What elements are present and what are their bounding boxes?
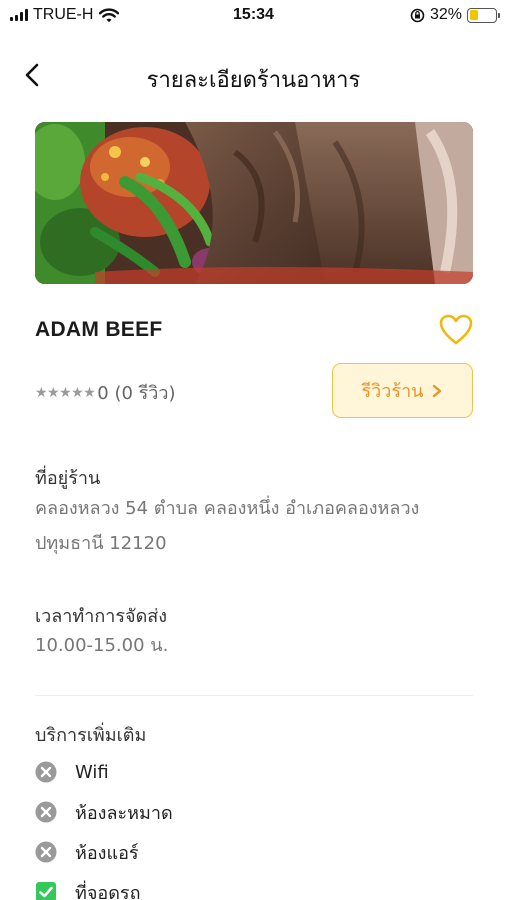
check-box-icon	[35, 881, 57, 900]
service-item-wifi: Wifi	[35, 752, 173, 792]
orientation-lock-icon	[410, 8, 425, 22]
address-value: คลองหลวง 54 ตำบล คลองหนึ่ง อำเภอคลองหลวง…	[35, 498, 420, 554]
service-label: ห้องแอร์	[75, 842, 139, 864]
battery-level	[469, 10, 478, 20]
rating-row: ★★★★★ 0 (0 รีวิว)	[35, 378, 176, 407]
page-title: รายละเอียดร้านอาหาร	[146, 68, 361, 93]
grilled-beef-image	[35, 122, 473, 284]
service-label: ห้องละหมาด	[75, 802, 173, 824]
x-circle-icon	[35, 801, 57, 823]
x-circle-icon	[35, 841, 57, 863]
delivery-hours-value: 10.00-15.00 น.	[35, 635, 169, 656]
services-list: Wifi ห้องละหมาด ห้องแอร์ ที่จอดรถ	[35, 752, 173, 900]
review-button-label: รีวิวร้าน	[361, 381, 424, 402]
battery-icon	[467, 7, 500, 23]
status-bar: TRUE-H 15:34 32%	[0, 0, 507, 32]
services-label: บริการเพิ่มเติม	[35, 725, 147, 746]
store-name: ADAM BEEF	[35, 318, 163, 341]
store-photo	[35, 122, 473, 284]
x-circle-icon	[35, 761, 57, 783]
navigation-bar: รายละเอียดร้านอาหาร	[0, 52, 507, 100]
service-item-air-conditioned-room: ห้องแอร์	[35, 832, 173, 872]
service-item-prayer-room: ห้องละหมาด	[35, 792, 173, 832]
status-bar-right: 32%	[410, 6, 500, 24]
star-rating-icon: ★★★★★	[35, 384, 96, 401]
heart-outline-icon	[439, 314, 473, 345]
favorite-button[interactable]	[438, 313, 474, 347]
battery-percent: 32%	[429, 6, 462, 23]
rating-summary: 0 (0 รีวิว)	[97, 383, 176, 404]
service-label: Wifi	[75, 761, 109, 783]
service-label: ที่จอดรถ	[75, 882, 141, 900]
address-label: ที่อยู่ร้าน	[35, 468, 101, 489]
divider	[35, 695, 473, 696]
review-store-button[interactable]: รีวิวร้าน	[332, 363, 473, 418]
service-item-parking: ที่จอดรถ	[35, 872, 173, 900]
chevron-right-icon	[433, 384, 442, 397]
delivery-hours-label: เวลาทำการจัดส่ง	[35, 606, 168, 627]
